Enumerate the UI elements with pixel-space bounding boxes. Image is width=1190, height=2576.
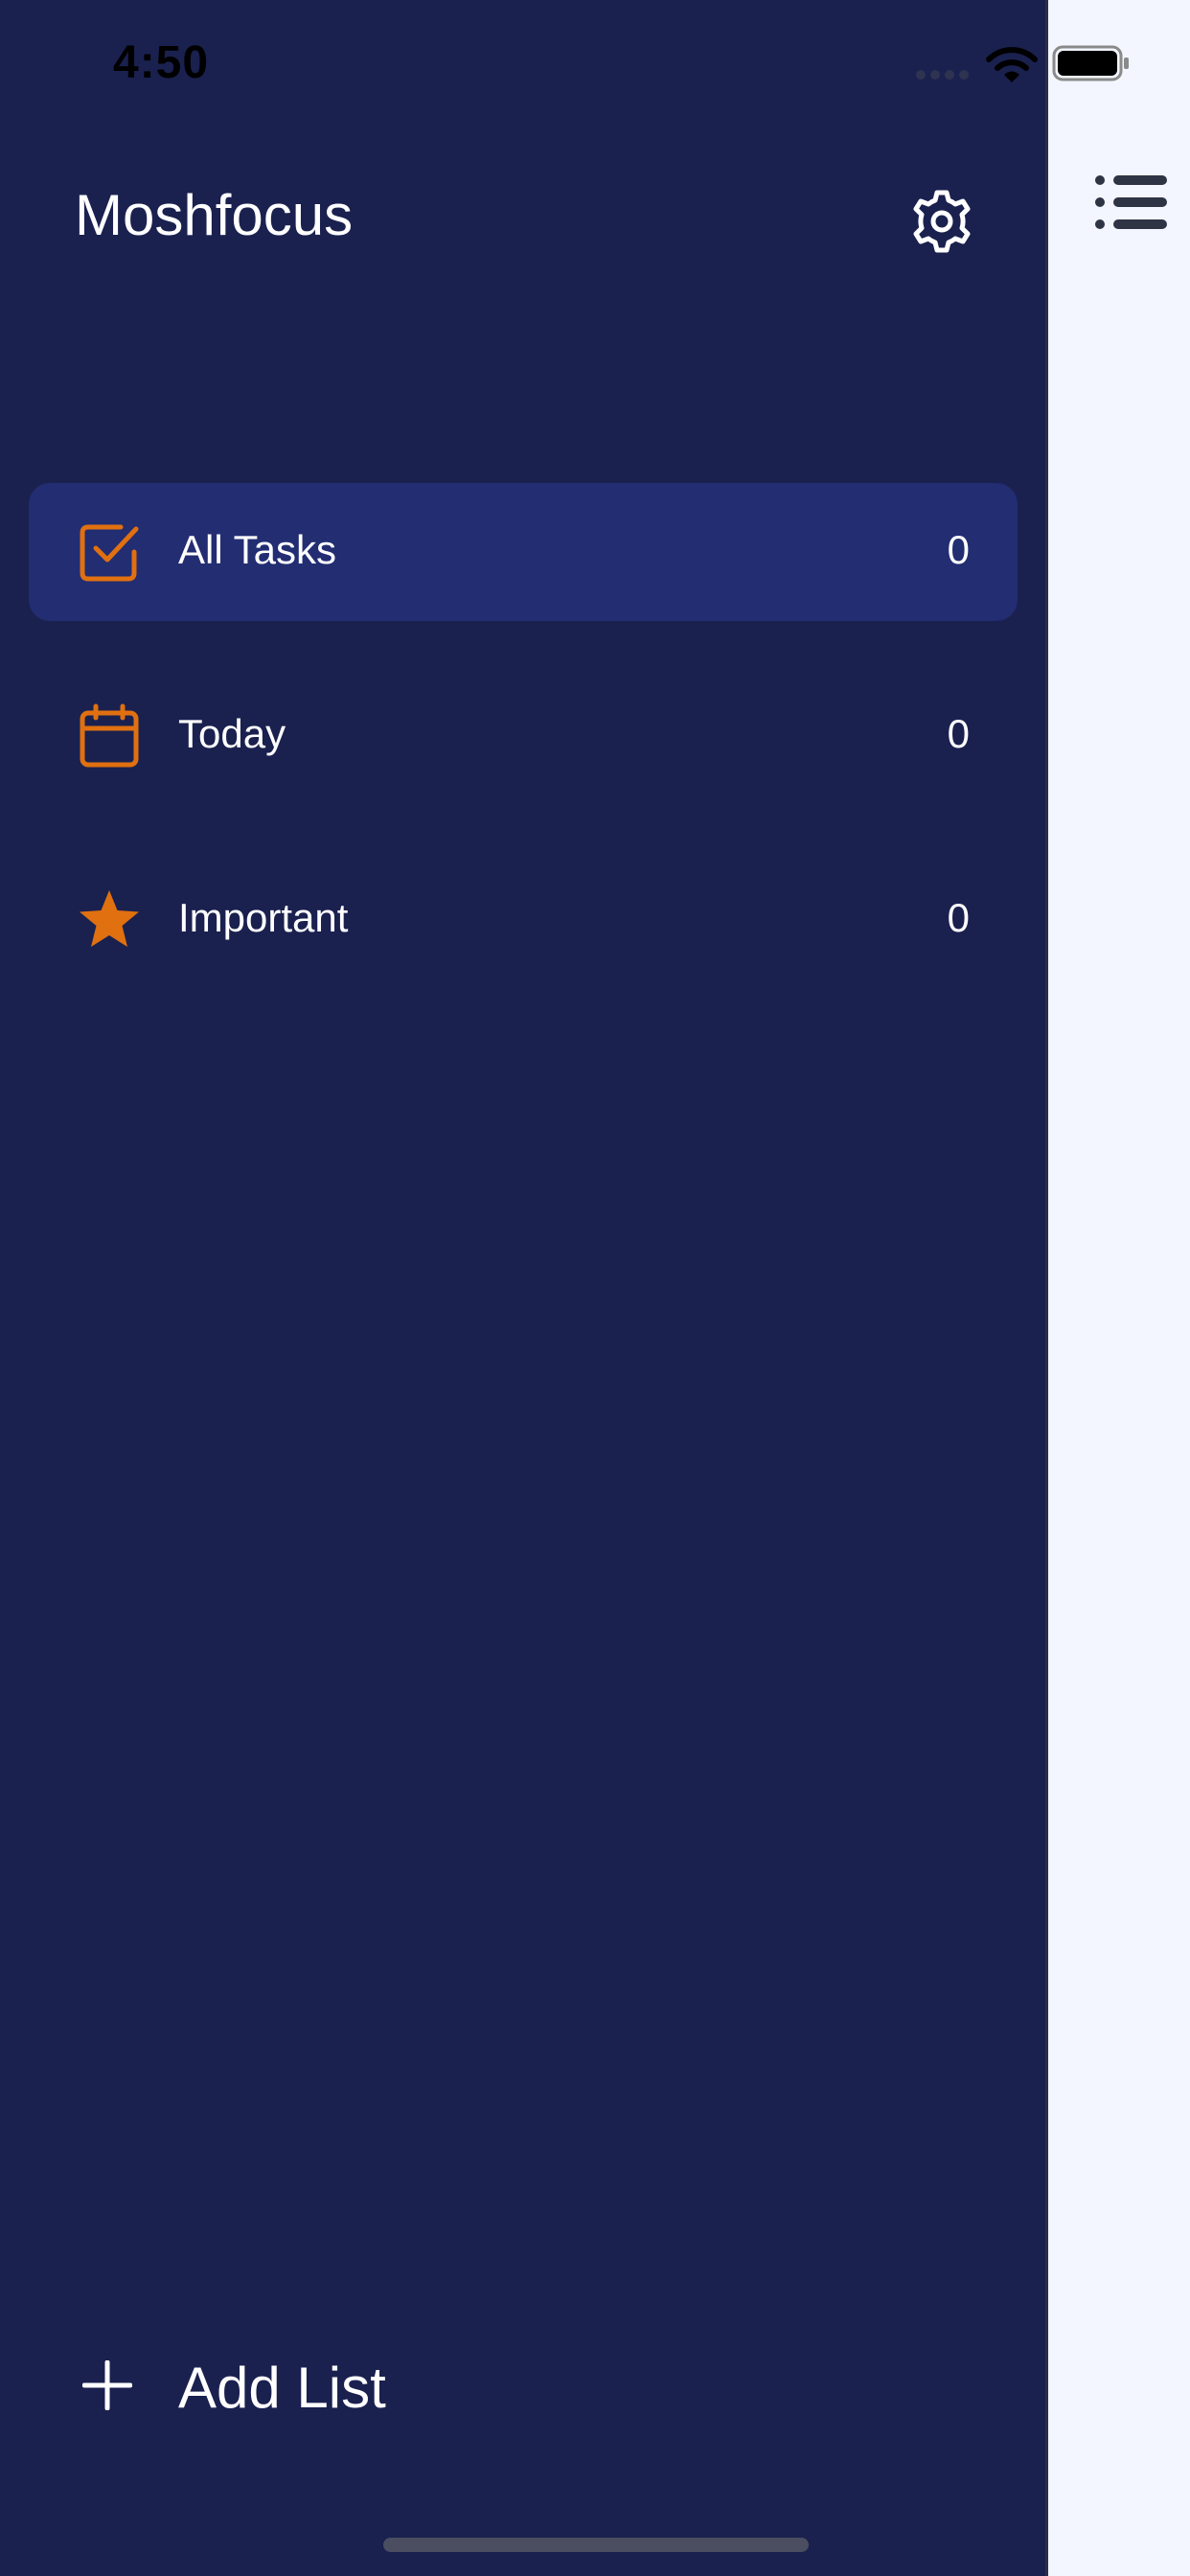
app-title: Moshfocus xyxy=(75,183,354,247)
sidebar-item-label: All Tasks xyxy=(178,527,336,572)
main-content-pane[interactable] xyxy=(1048,0,1190,2576)
star-icon xyxy=(80,890,139,947)
sidebar-item-label: Today xyxy=(178,711,286,756)
sidebar-item-today[interactable]: Today 0 xyxy=(29,667,1018,805)
sidebar-item-important[interactable]: Important 0 xyxy=(29,851,1018,989)
sidebar-item-count: 0 xyxy=(947,895,970,940)
list-menu-icon[interactable] xyxy=(1092,171,1169,234)
sidebar-item-count: 0 xyxy=(947,711,970,756)
status-time: 4:50 xyxy=(113,37,210,88)
signal-dots-icon xyxy=(916,70,969,80)
gear-icon[interactable] xyxy=(908,188,975,255)
add-list-label: Add List xyxy=(178,2356,386,2420)
home-indicator[interactable] xyxy=(383,2538,809,2552)
add-list-button[interactable]: Add List xyxy=(77,2343,479,2429)
battery-icon xyxy=(1052,45,1129,81)
sidebar-item-count: 0 xyxy=(947,527,970,572)
sidebar-item-label: Important xyxy=(178,895,349,940)
checkbox-icon xyxy=(80,524,139,582)
plus-icon xyxy=(82,2360,132,2410)
calendar-icon xyxy=(80,703,139,768)
sidebar-item-all-tasks[interactable]: All Tasks 0 xyxy=(29,483,1018,621)
wifi-icon xyxy=(986,47,1038,82)
navigation-drawer xyxy=(0,0,1045,2576)
